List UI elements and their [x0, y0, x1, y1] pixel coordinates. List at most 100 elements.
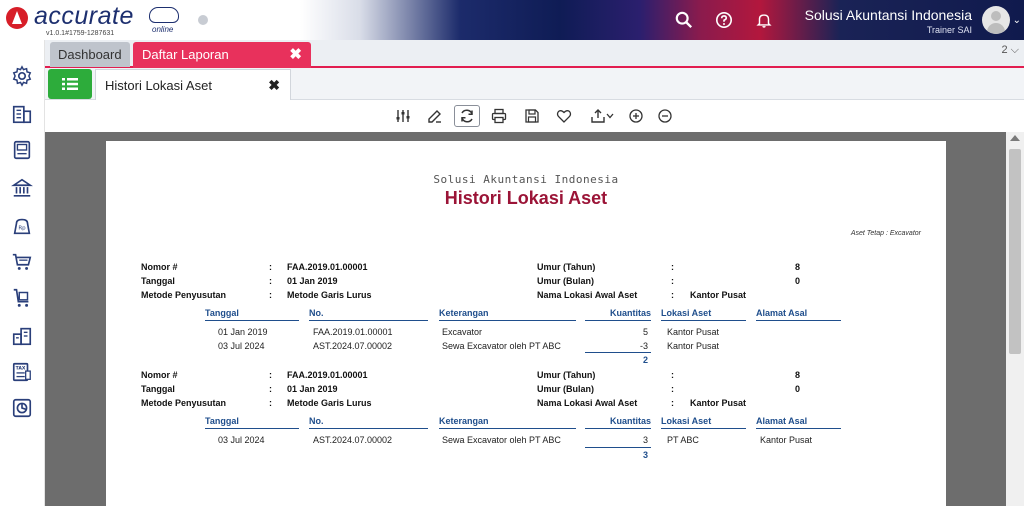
sidebar: Rp TAX — [0, 40, 45, 506]
tab-daftar-laporan-label: Daftar Laporan — [142, 47, 229, 62]
report-company: Solusi Akuntansi Indonesia — [433, 173, 619, 186]
ledger-icon — [13, 140, 31, 160]
tab-daftar-laporan[interactable]: Daftar Laporan ✖ — [133, 42, 311, 68]
filter-settings-icon — [396, 110, 410, 122]
colon: : — [269, 262, 272, 272]
svg-text:Rp: Rp — [18, 226, 26, 232]
report-title: Histori Lokasi Aset — [444, 188, 608, 208]
scroll-up-icon[interactable] — [1010, 135, 1020, 141]
tab-dashboard[interactable]: Dashboard — [50, 42, 130, 67]
colon: : — [269, 276, 272, 286]
cell-tanggal: 03 Jul 2024 — [218, 341, 265, 351]
cell-no: AST.2024.07.00002 — [313, 341, 393, 351]
chevron-down-icon — [606, 113, 614, 119]
refresh-icon — [461, 109, 473, 123]
inventory-icon — [12, 327, 32, 346]
report-page: Solusi Akuntansi Indonesia Histori Lokas… — [106, 141, 946, 506]
cell-no: FAA.2019.01.00001 — [313, 327, 393, 337]
cell-keterangan: Sewa Excavator oleh PT ABC — [442, 435, 561, 445]
sub-tab-bar: Histori Lokasi Aset ✖ — [45, 68, 1024, 100]
favorite-button[interactable] — [551, 105, 577, 127]
bank-icon — [11, 178, 33, 197]
sidebar-item-company[interactable] — [10, 102, 34, 126]
colon: : — [671, 276, 674, 286]
cell-alamat: Kantor Pusat — [760, 435, 813, 445]
svg-text:TAX: TAX — [16, 365, 26, 371]
status-dot — [198, 15, 208, 25]
save-button[interactable] — [519, 105, 545, 127]
close-icon[interactable]: ✖ — [289, 42, 302, 68]
favorite-icon — [556, 110, 572, 123]
sidebar-item-cart[interactable] — [10, 250, 34, 274]
sidebar-item-ledger[interactable] — [10, 138, 34, 162]
colon: : — [269, 370, 272, 380]
report-list-button[interactable] — [48, 69, 92, 99]
app-version: v1.0.1#1759-1287631 — [46, 30, 115, 37]
tab-count-dropdown[interactable]: 2 ⌵ — [1001, 44, 1019, 57]
avatar[interactable] — [982, 6, 1010, 34]
label-umur-bulan: Umur (Bulan) — [537, 384, 594, 394]
total-divider — [585, 352, 651, 353]
export-button[interactable] — [584, 105, 620, 127]
sidebar-item-settings[interactable] — [10, 64, 34, 88]
colon: : — [269, 384, 272, 394]
refresh-button[interactable] — [454, 105, 480, 127]
sidebar-item-tax[interactable]: TAX — [10, 360, 34, 384]
export-icon — [591, 109, 605, 123]
edit-icon — [428, 110, 441, 123]
column-header-alamat: Alamat Asal — [756, 416, 841, 429]
tax-icon: TAX — [12, 362, 31, 382]
label-umur-tahun: Umur (Tahun) — [537, 370, 596, 380]
company-info[interactable]: Solusi Akuntansi Indonesia Trainer SAI — [805, 7, 972, 35]
colon: : — [671, 398, 674, 408]
colon: : — [671, 290, 674, 300]
user-name: Trainer SAI — [926, 25, 972, 35]
sidebar-item-bank[interactable] — [10, 176, 34, 200]
column-header-tanggal: Tanggal — [205, 416, 299, 429]
total-divider — [585, 447, 651, 448]
zoom-in-button[interactable] — [623, 105, 649, 127]
close-icon[interactable]: ✖ — [268, 70, 280, 101]
cell-lokasi: Kantor Pusat — [667, 341, 720, 351]
cell-kuantitas: 3 — [642, 435, 648, 445]
save-icon — [525, 109, 539, 123]
cell-keterangan: Excavator — [442, 327, 483, 337]
value-tanggal: 01 Jan 2019 — [287, 384, 338, 394]
report-toolbar — [45, 100, 1024, 132]
help-button[interactable] — [708, 8, 740, 32]
value-metode: Metode Garis Lurus — [287, 290, 372, 300]
app-logo[interactable]: accurate online v1.0.1#1759-1287631 — [6, 2, 226, 38]
filter-settings-button[interactable] — [390, 105, 416, 127]
sidebar-item-purchase[interactable] — [10, 286, 34, 310]
label-metode: Metode Penyusutan — [141, 290, 227, 300]
cell-kuantitas: -3 — [639, 341, 648, 351]
zoom-in-icon — [629, 109, 643, 123]
bell-icon — [756, 14, 772, 28]
sidebar-item-sales[interactable]: Rp — [10, 214, 34, 238]
company-name: Solusi Akuntansi Indonesia — [804, 7, 972, 23]
edit-button[interactable] — [422, 105, 448, 127]
column-header-kuantitas: Kuantitas — [585, 416, 651, 429]
label-umur-bulan: Umur (Bulan) — [537, 276, 594, 286]
colon: : — [671, 262, 674, 272]
value-lokasi-awal: Kantor Pusat — [690, 398, 747, 408]
report-scrollbar[interactable] — [1006, 132, 1024, 506]
value-metode: Metode Garis Lurus — [287, 398, 372, 408]
label-lokasi-awal: Nama Lokasi Awal Aset — [537, 398, 638, 408]
notification-button[interactable] — [748, 8, 780, 32]
zoom-out-button[interactable] — [652, 105, 678, 127]
label-lokasi-awal: Nama Lokasi Awal Aset — [537, 290, 638, 300]
tab-histori-lokasi-aset[interactable]: Histori Lokasi Aset ✖ — [95, 69, 291, 100]
column-header-keterangan: Keterangan — [439, 416, 576, 429]
scroll-thumb[interactable] — [1009, 149, 1021, 354]
sidebar-item-report[interactable] — [10, 396, 34, 420]
search-button[interactable] — [668, 8, 700, 32]
print-button[interactable] — [486, 105, 512, 127]
print-icon — [491, 108, 507, 124]
main-tab-bar: Dashboard Daftar Laporan ✖ 2 ⌵ — [45, 40, 1024, 68]
chevron-down-icon[interactable]: ⌄ — [1013, 15, 1021, 26]
sidebar-item-inventory[interactable] — [10, 324, 34, 348]
purchase-icon — [13, 288, 29, 307]
value-lokasi-awal: Kantor Pusat — [690, 290, 747, 300]
settings-icon — [12, 65, 32, 87]
